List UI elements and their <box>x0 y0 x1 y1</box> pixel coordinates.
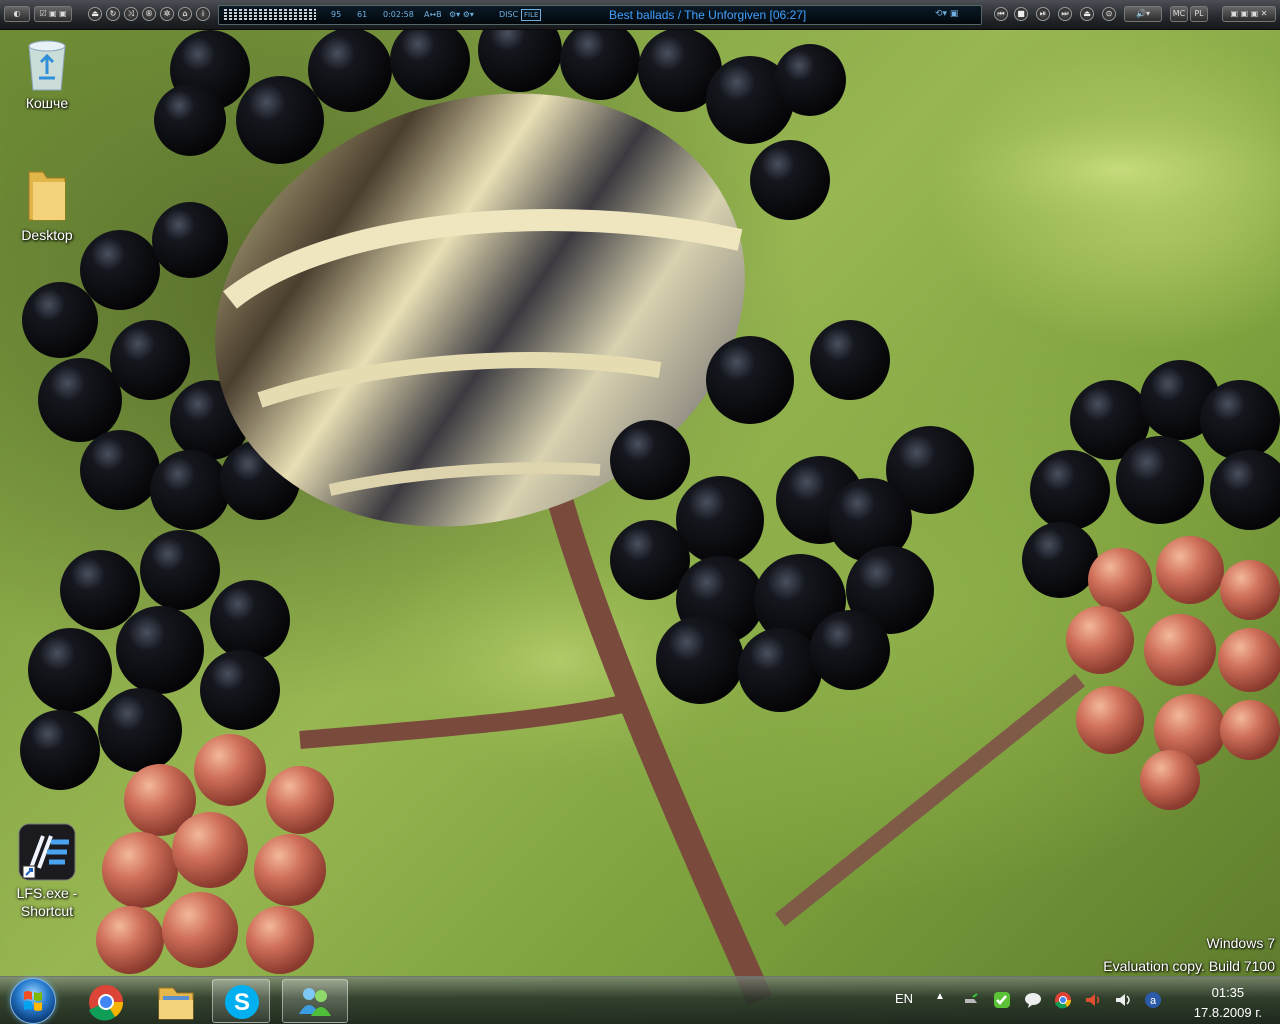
avast-icon[interactable]: a <box>1144 991 1162 1009</box>
language-indicator[interactable]: EN <box>895 991 913 1006</box>
network-icon[interactable] <box>963 991 981 1009</box>
lfs-shortcut-icon <box>18 823 76 881</box>
player-options-button[interactable]: ☑ ▣ ▣ <box>34 6 72 22</box>
next-icon[interactable]: ⏭ <box>1058 7 1072 21</box>
disc-label[interactable]: DISC <box>499 10 518 19</box>
stop-icon[interactable]: ■ <box>1014 7 1028 21</box>
watermark-line1: Windows 7 <box>1206 935 1275 951</box>
winamp-player-bar: ◐ ☑ ▣ ▣ ⏏ ↻ ⤨ ® ✲ ⌂ i 95 61 0:02:58 A↔B … <box>0 0 1280 30</box>
desktop-icon-lfs-shortcut[interactable]: LFS.exe - Shortcut <box>7 822 87 920</box>
display-options-icon[interactable]: ⟲▾ ▣ <box>935 9 958 19</box>
folder-library-icon <box>158 987 194 1020</box>
song-length: [06:27] <box>769 8 807 22</box>
taskbar-skype-button[interactable]: S <box>212 979 270 1023</box>
taskbar-chrome-button[interactable] <box>76 979 134 1023</box>
chrome-tray-icon[interactable] <box>1054 991 1072 1009</box>
ab-repeat-label[interactable]: A↔B <box>424 10 442 19</box>
eq-icon[interactable]: ⚙▾ ⚙▾ <box>449 10 474 19</box>
player-display: 95 61 0:02:58 A↔B ⚙▾ ⚙▾ DISC FILE Best b… <box>218 5 982 25</box>
info-icon[interactable]: i <box>196 7 210 21</box>
open-icon[interactable]: ⏏ <box>1080 7 1094 21</box>
play-pause-icon[interactable]: ⏯ <box>1036 7 1050 21</box>
elapsed-time: 0:02:58 <box>383 10 414 19</box>
messenger-icon <box>299 988 331 1016</box>
watermark-line2: Evaluation copy. Build 7100 <box>1103 958 1275 974</box>
security-check-icon[interactable] <box>993 991 1011 1009</box>
chrome-icon <box>89 985 124 1021</box>
khz-value: 61 <box>357 10 368 19</box>
song-title: Best ballads / The Unforgiven <box>609 8 767 22</box>
file-label[interactable]: FILE <box>521 9 542 21</box>
shuffle-icon[interactable]: ⤨ <box>124 7 138 21</box>
windows-watermark: Windows 7 Evaluation copy. Build 7100 <box>1103 932 1275 978</box>
bitrate-value: 95 <box>331 10 342 19</box>
skype-icon: S <box>225 985 259 1019</box>
clock-date: 17.8.2009 г. <box>1193 1005 1262 1020</box>
clock-time: 01:35 <box>1211 985 1245 1000</box>
desktop-icon-desktop-folder[interactable]: Desktop <box>7 166 87 244</box>
window-controls[interactable]: ▣ ▣ ▣ ✕ <box>1222 6 1276 22</box>
repeat-icon[interactable]: ↻ <box>106 7 120 21</box>
record-icon[interactable]: ® <box>142 7 156 21</box>
desktop-icon-label-line1: LFS.exe - <box>16 885 78 901</box>
volume-icon[interactable] <box>1114 991 1132 1009</box>
lock-icon[interactable]: ⌂ <box>178 7 192 21</box>
now-playing-title[interactable]: Best ballads / The Unforgiven [06:27] <box>609 8 806 22</box>
folder-icon <box>28 171 66 221</box>
playlist-button[interactable]: PL <box>1190 6 1208 22</box>
taskbar-messenger-button[interactable] <box>282 979 348 1023</box>
volume-control[interactable]: 🔊▾ <box>1124 6 1162 22</box>
desktop-icon-label-line2: Shortcut <box>20 903 74 919</box>
taskbar-explorer-button[interactable] <box>146 979 204 1023</box>
desktop-icon-label: Desktop <box>21 227 73 243</box>
media-library-button[interactable]: MC <box>1170 6 1188 22</box>
taskbar: S EN ▲ a 01:35 17.8.2009 г. <box>0 976 1280 1024</box>
desktop-icon-label: Кошче <box>25 95 69 111</box>
windows-logo-icon <box>24 991 42 1011</box>
show-hidden-icons-icon[interactable]: ▲ <box>935 991 953 1009</box>
desktop-icon-recycle-bin[interactable]: Кошче <box>7 36 87 112</box>
speaker-muted-icon[interactable] <box>1084 991 1102 1009</box>
recycle-bin-icon <box>28 40 66 91</box>
svg-text:a: a <box>1150 995 1157 1007</box>
svg-text:S: S <box>234 989 250 1016</box>
chat-icon[interactable] <box>1024 991 1042 1009</box>
winamp-logo-icon[interactable]: ◐ <box>4 6 30 22</box>
crossfade-icon[interactable]: ✲ <box>160 7 174 21</box>
shuffle-mode-icon[interactable]: ⊙ <box>1102 7 1116 21</box>
spectrum-visualizer <box>224 9 316 21</box>
start-button[interactable] <box>10 978 56 1024</box>
eject-icon[interactable]: ⏏ <box>88 7 102 21</box>
desktop-wallpaper <box>20 8 1280 1006</box>
system-clock[interactable]: 01:35 17.8.2009 г. <box>1194 983 1262 1023</box>
previous-icon[interactable]: ⏮ <box>994 7 1008 21</box>
